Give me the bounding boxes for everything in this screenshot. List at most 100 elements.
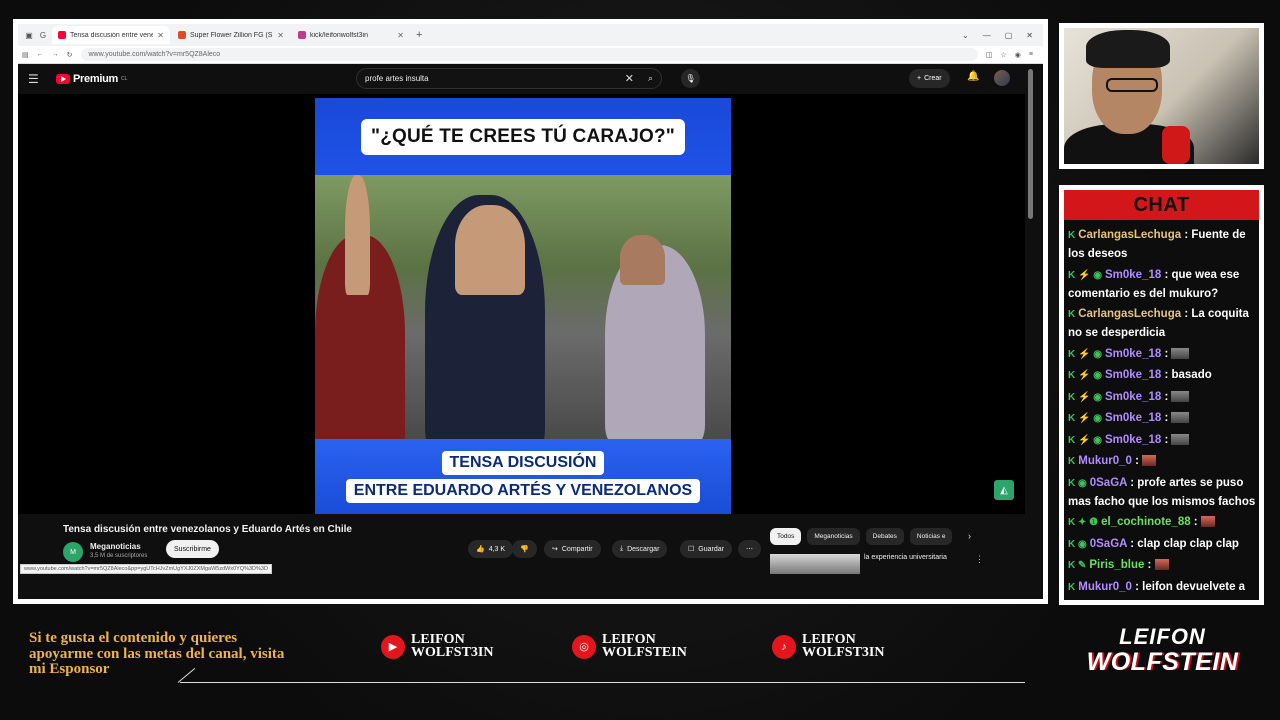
account-avatar[interactable]: [994, 70, 1010, 86]
user-badges-icon: K ⚡ ◉: [1068, 391, 1102, 403]
chat-username[interactable]: Mukur0_0: [1078, 581, 1132, 593]
youtube-header: ☰ Premium CL profe artes insulta ✕ ⌕ 🎙 +…: [18, 64, 1043, 94]
chat-message: KMukur0_0 : leifon devuelvete a Venezuel…: [1068, 578, 1259, 601]
chat-title: CHAT: [1133, 193, 1190, 216]
recommended-thumbnail[interactable]: [770, 554, 860, 574]
streamer-hair: [1086, 30, 1170, 68]
person-face: [455, 205, 525, 295]
chat-username[interactable]: CarlangasLechuga: [1078, 229, 1181, 241]
extension-icons: ◫ ☆ ◉ ≡: [986, 51, 1039, 59]
channel-avatar[interactable]: M: [63, 542, 83, 562]
dislike-button[interactable]: 👎: [512, 540, 537, 558]
youtube-play-icon: [56, 74, 70, 84]
chat-username[interactable]: 0SaGA: [1090, 477, 1127, 489]
youtube-logo[interactable]: Premium CL: [56, 73, 127, 85]
video-caption-line-1: TENSA DISCUSIÓN: [441, 450, 605, 475]
instagram-handle: LEIFON WOLFSTEIN: [602, 633, 687, 660]
video-frame[interactable]: "¿QUÉ TE CREES TÚ CARAJO?" TENSA DISCUSI…: [315, 98, 731, 514]
chevron-right-icon[interactable]: ›: [968, 531, 971, 541]
chat-separator: :: [1190, 516, 1201, 528]
reload-icon[interactable]: ↻: [67, 51, 73, 59]
tab-kick[interactable]: kick/leifonwolfst3in ✕: [292, 26, 410, 44]
window-controls: ⌄ — ▢ ✕: [962, 31, 1043, 40]
maximize-icon[interactable]: ▢: [1005, 31, 1013, 40]
user-badges-icon: K: [1068, 581, 1076, 593]
chat-username[interactable]: Sm0ke_18: [1105, 391, 1161, 403]
chat-username[interactable]: 0SaGA: [1090, 538, 1127, 550]
chat-username[interactable]: Sm0ke_18: [1105, 434, 1161, 446]
search-box[interactable]: profe artes insulta ✕ ⌕: [356, 68, 662, 89]
menu-dots-icon[interactable]: ≡: [1029, 51, 1033, 59]
tab-bar: ▣ G Tensa discusión entre vene ✕ Super F…: [18, 24, 1043, 46]
chat-username[interactable]: Sm0ke_18: [1105, 369, 1161, 381]
tab-superflower[interactable]: Super Flower Zillion FG (SF-125 ✕: [172, 26, 290, 44]
tab-search-icon[interactable]: ⌄: [962, 31, 969, 40]
channel-name[interactable]: Meganoticias: [90, 542, 141, 551]
like-count: 4,3 K: [488, 545, 506, 553]
extension-icon[interactable]: ◫: [986, 51, 993, 59]
tiktok-handle-line-2: WOLFST3IN: [802, 644, 885, 660]
notifications-bell-icon[interactable]: 🔔: [967, 71, 979, 82]
tab-youtube[interactable]: Tensa discusión entre vene ✕: [52, 26, 170, 44]
tab-label: kick/leifonwolfst3in: [310, 31, 368, 39]
search-input[interactable]: profe artes insulta: [365, 74, 625, 83]
forward-icon[interactable]: →: [52, 51, 59, 58]
link-status-url: www.youtube.com/watch?v=mr5QZ8Aleco&pp=y…: [20, 564, 272, 574]
chat-separator: :: [1181, 229, 1192, 241]
minimize-icon[interactable]: —: [983, 31, 991, 40]
user-badges-icon: K ◉: [1068, 477, 1087, 489]
person-face: [620, 235, 665, 285]
chat-header: CHAT: [1064, 190, 1259, 220]
chat-username[interactable]: Sm0ke_18: [1105, 269, 1161, 281]
close-window-icon[interactable]: ✕: [1026, 31, 1033, 40]
chip-meganoticias[interactable]: Meganoticias: [807, 528, 860, 545]
chat-separator: :: [1131, 580, 1143, 593]
more-vert-icon[interactable]: ⋮: [975, 554, 984, 565]
chat-username[interactable]: CarlangasLechuga: [1078, 308, 1181, 320]
chat-body: CHAT K CarlangasLechuga : Fuente de los d…: [1064, 190, 1259, 600]
instagram-handle-line-2: WOLFSTEIN: [602, 644, 687, 660]
new-tab-icon[interactable]: +: [416, 29, 422, 41]
user-badges-icon: K ✎: [1068, 560, 1087, 571]
chip-todos[interactable]: Todos: [770, 528, 802, 545]
channel-watermark-icon[interactable]: ◭: [994, 480, 1014, 500]
tab-close-icon[interactable]: ✕: [397, 31, 404, 40]
video-player[interactable]: "¿QUÉ TE CREES TÚ CARAJO?" TENSA DISCUSI…: [18, 94, 1025, 514]
chat-username[interactable]: Piris_blue: [1089, 559, 1144, 571]
page-scrollbar[interactable]: [1028, 69, 1033, 219]
create-button[interactable]: + Crear: [909, 69, 950, 88]
bookmark-icon[interactable]: ☆: [1001, 51, 1007, 59]
hamburger-menu-icon[interactable]: ☰: [28, 72, 48, 86]
subscribe-button[interactable]: Suscribirme: [166, 540, 219, 558]
recommended-title[interactable]: la experiencia universitaria: [864, 554, 947, 561]
back-icon[interactable]: ←: [37, 51, 44, 58]
chat-username[interactable]: el_cochinote_88: [1101, 516, 1190, 528]
brand-line-2: WOLFSTEIN: [1086, 648, 1239, 676]
download-button[interactable]: ⤓ Descargar: [612, 540, 668, 558]
like-button[interactable]: 👍 4,3 K: [468, 540, 514, 558]
chat-message: K ⚡ ◉ Sm0ke_18 :: [1068, 388, 1259, 407]
tab-actions-icon[interactable]: ▣: [22, 28, 36, 42]
clear-search-icon[interactable]: ✕: [625, 72, 634, 85]
kick-favicon-icon: [298, 31, 306, 39]
chat-message: K ⚡ ◉ Sm0ke_18 :: [1068, 345, 1259, 364]
chat-username[interactable]: Sm0ke_18: [1105, 412, 1161, 424]
chip-noticias[interactable]: Noticias e: [909, 528, 953, 545]
google-icon[interactable]: G: [36, 28, 50, 42]
profile-icon[interactable]: ◉: [1015, 51, 1021, 59]
search-icon[interactable]: ⌕: [648, 73, 653, 84]
microphone-icon[interactable]: 🎙: [681, 69, 700, 88]
save-button[interactable]: ☐ Guardar: [680, 540, 732, 558]
sidebar-icon[interactable]: ▤: [22, 51, 29, 59]
chat-username[interactable]: Mukur0_0: [1078, 455, 1132, 467]
url-field[interactable]: www.youtube.com/watch?v=mr5QZ8Aleco: [80, 48, 978, 61]
microphone-icon: [1162, 126, 1190, 164]
download-label: Descargar: [627, 545, 660, 553]
more-actions-button[interactable]: ⋯: [738, 540, 761, 558]
share-button[interactable]: ↪ Compartir: [544, 540, 601, 558]
tab-close-icon[interactable]: ✕: [157, 31, 164, 40]
chip-debates[interactable]: Debates: [865, 528, 904, 545]
chat-username[interactable]: Sm0ke_18: [1105, 348, 1161, 360]
tiktok-icon: ♪: [772, 634, 796, 659]
tab-close-icon[interactable]: ✕: [277, 31, 284, 40]
